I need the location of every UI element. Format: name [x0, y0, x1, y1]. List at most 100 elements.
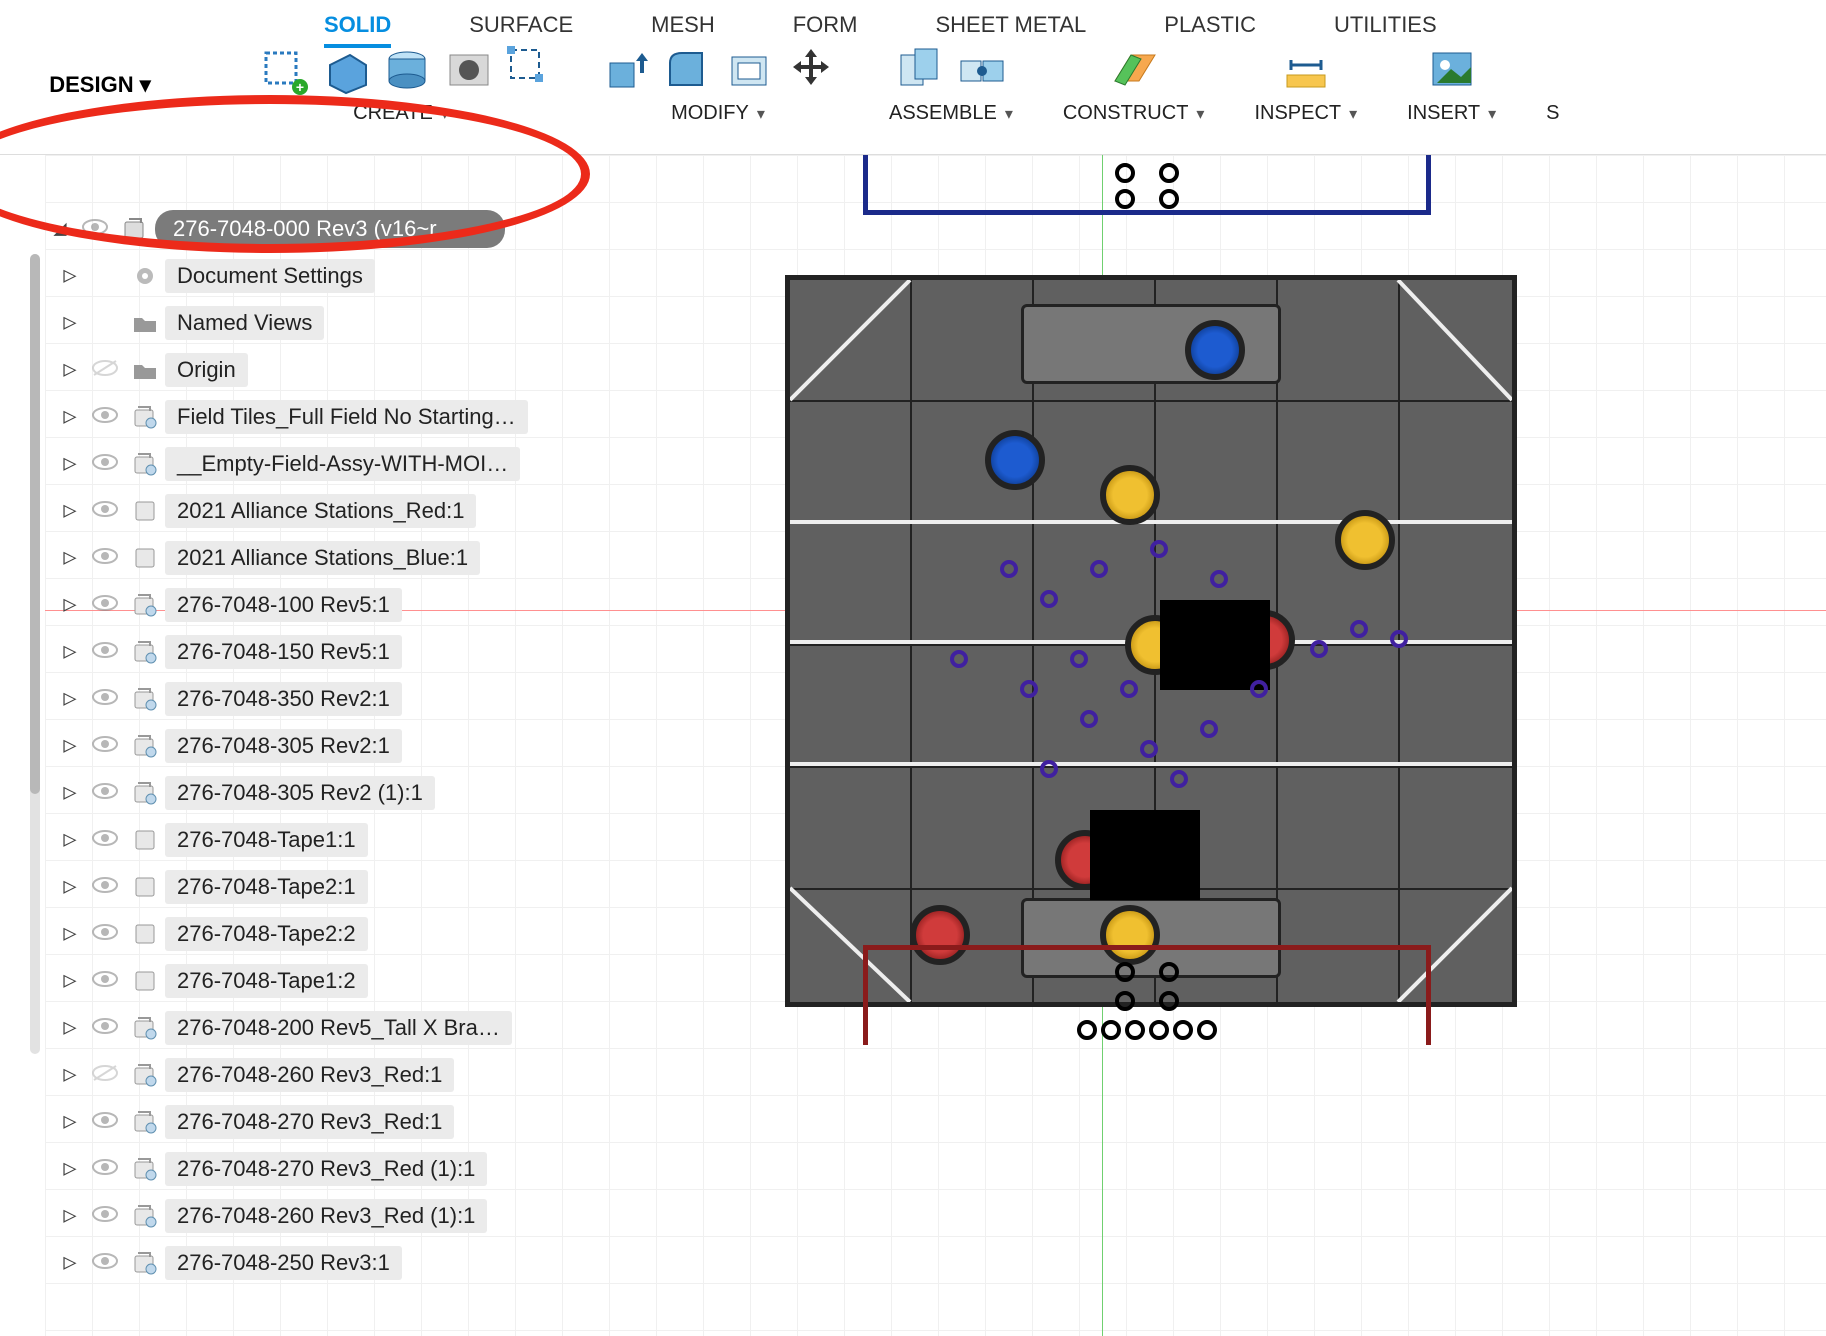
browser-item[interactable]: ▷ Document Settings — [45, 252, 595, 299]
visibility-toggle[interactable] — [85, 968, 125, 994]
visibility-toggle[interactable] — [85, 733, 125, 759]
visibility-toggle[interactable] — [85, 639, 125, 665]
visibility-toggle[interactable] — [85, 1109, 125, 1135]
browser-item[interactable]: ▷ 276-7048-200 Rev5_Tall X Bra… — [45, 1004, 595, 1051]
expand-toggle[interactable]: ▷ — [55, 874, 85, 899]
browser-item[interactable]: ▷ 276-7048-Tape1:1 — [45, 816, 595, 863]
ribbon-label-inspect[interactable]: INSPECT — [1254, 102, 1357, 125]
expand-toggle[interactable]: ▷ — [55, 263, 85, 288]
ribbon-group-assemble: ASSEMBLE — [889, 42, 1013, 125]
measure-icon[interactable] — [1278, 42, 1334, 98]
expand-toggle[interactable]: ▷ — [55, 686, 85, 711]
browser-item[interactable]: ▷ Named Views — [45, 299, 595, 346]
browser-item[interactable]: ▷ 276-7048-Tape1:2 — [45, 957, 595, 1004]
visibility-toggle[interactable] — [85, 545, 125, 571]
box-icon[interactable] — [317, 42, 373, 98]
browser-item[interactable]: ▷ __Empty-Field-Assy-WITH-MOI… — [45, 440, 595, 487]
cylinder-icon[interactable] — [379, 42, 435, 98]
browser-item[interactable]: ▷ 276-7048-100 Rev5:1 — [45, 581, 595, 628]
browser-item[interactable]: ▷ 276-7048-305 Rev2:1 — [45, 722, 595, 769]
browser-scrollbar[interactable] — [30, 254, 40, 1054]
browser-item[interactable]: ▷ 276-7048-350 Rev2:1 — [45, 675, 595, 722]
browser-item[interactable]: ▷ 276-7048-250 Rev3:1 — [45, 1239, 595, 1286]
browser-item[interactable]: ▷ 276-7048-305 Rev2 (1):1 — [45, 769, 595, 816]
linked-icon — [125, 1203, 165, 1229]
hole-icon[interactable] — [441, 42, 497, 98]
expand-toggle[interactable]: ▷ — [55, 404, 85, 429]
sketch-icon[interactable]: + — [255, 42, 311, 98]
expand-toggle[interactable]: ▷ — [55, 780, 85, 805]
expand-toggle[interactable]: ▷ — [55, 1156, 85, 1181]
browser-item-label: __Empty-Field-Assy-WITH-MOI… — [165, 447, 520, 481]
expand-toggle[interactable]: ▷ — [55, 451, 85, 476]
move-icon[interactable] — [783, 42, 839, 98]
visibility-toggle[interactable] — [85, 1203, 125, 1229]
visibility-toggle[interactable] — [85, 592, 125, 618]
alliance-station-blue — [863, 155, 1431, 215]
visibility-toggle[interactable] — [85, 1156, 125, 1182]
expand-toggle[interactable]: ▷ — [55, 1109, 85, 1134]
expand-toggle[interactable]: ▷ — [55, 1015, 85, 1040]
expand-toggle[interactable]: ▷ — [55, 1062, 85, 1087]
expand-toggle[interactable]: ▷ — [55, 827, 85, 852]
game-field — [785, 275, 1517, 1007]
visibility-toggle[interactable] — [85, 874, 125, 900]
joint-icon[interactable] — [954, 42, 1010, 98]
expand-toggle[interactable]: ▷ — [55, 733, 85, 758]
shell-icon[interactable] — [721, 42, 777, 98]
workspace-label: DESIGN — [49, 72, 133, 97]
browser-item[interactable]: ▷ 2021 Alliance Stations_Red:1 — [45, 487, 595, 534]
linked-icon — [125, 404, 165, 430]
browser-item[interactable]: ▷ 276-7048-Tape2:2 — [45, 910, 595, 957]
visibility-toggle[interactable] — [85, 827, 125, 853]
ribbon-label-insert[interactable]: INSERT — [1407, 102, 1496, 125]
expand-toggle[interactable]: ▷ — [55, 310, 85, 335]
expand-toggle[interactable]: ◢ — [45, 216, 75, 241]
browser-item-label: 276-7048-Tape2:2 — [165, 917, 368, 951]
ribbon-label-modify[interactable]: MODIFY — [671, 102, 765, 125]
ribbon-group-construct: CONSTRUCT — [1063, 42, 1205, 125]
expand-toggle[interactable]: ▷ — [55, 639, 85, 664]
browser-item[interactable]: ▷ 2021 Alliance Stations_Blue:1 — [45, 534, 595, 581]
expand-toggle[interactable]: ▷ — [55, 1203, 85, 1228]
visibility-toggle[interactable] — [85, 404, 125, 430]
visibility-toggle[interactable] — [85, 498, 125, 524]
visibility-toggle[interactable] — [75, 216, 115, 242]
mobile-goal-blue-2 — [985, 430, 1045, 490]
visibility-toggle[interactable] — [85, 1062, 125, 1088]
expand-toggle[interactable]: ▷ — [55, 1250, 85, 1275]
expand-toggle[interactable]: ▷ — [55, 968, 85, 993]
visibility-toggle[interactable] — [85, 357, 125, 383]
ribbon-label-construct[interactable]: CONSTRUCT — [1063, 102, 1205, 125]
browser-item[interactable]: ▷ 276-7048-260 Rev3_Red:1 — [45, 1051, 595, 1098]
presspull-icon[interactable] — [597, 42, 653, 98]
browser-item[interactable]: ▷ 276-7048-150 Rev5:1 — [45, 628, 595, 675]
browser-item[interactable]: ▷ 276-7048-270 Rev3_Red (1):1 — [45, 1145, 595, 1192]
visibility-toggle[interactable] — [85, 686, 125, 712]
expand-toggle[interactable]: ▷ — [55, 545, 85, 570]
browser-item[interactable]: ▷ Origin — [45, 346, 595, 393]
fillet-icon[interactable] — [659, 42, 715, 98]
ribbon-label-create[interactable]: CREATE — [353, 102, 449, 125]
component-icon[interactable] — [892, 42, 948, 98]
browser-root[interactable]: ◢ 276-7048-000 Rev3 (v16~r… — [45, 205, 595, 252]
insert-image-icon[interactable] — [1424, 42, 1480, 98]
visibility-toggle[interactable] — [85, 1015, 125, 1041]
visibility-toggle[interactable] — [85, 780, 125, 806]
browser-item[interactable]: ▷ 276-7048-Tape2:1 — [45, 863, 595, 910]
workspace-switcher[interactable]: DESIGN ▾ — [23, 58, 177, 112]
browser-item[interactable]: ▷ 276-7048-260 Rev3_Red (1):1 — [45, 1192, 595, 1239]
plane-icon[interactable] — [1106, 42, 1162, 98]
ribbon-group-create: + CREATE — [255, 42, 547, 125]
expand-toggle[interactable]: ▷ — [55, 592, 85, 617]
visibility-toggle[interactable] — [85, 1250, 125, 1276]
visibility-toggle[interactable] — [85, 921, 125, 947]
visibility-toggle[interactable] — [85, 451, 125, 477]
browser-item[interactable]: ▷ Field Tiles_Full Field No Starting… — [45, 393, 595, 440]
browser-item[interactable]: ▷ 276-7048-270 Rev3_Red:1 — [45, 1098, 595, 1145]
frame-icon[interactable] — [503, 42, 547, 86]
ribbon-label-assemble[interactable]: ASSEMBLE — [889, 102, 1013, 125]
expand-toggle[interactable]: ▷ — [55, 357, 85, 382]
expand-toggle[interactable]: ▷ — [55, 921, 85, 946]
expand-toggle[interactable]: ▷ — [55, 498, 85, 523]
